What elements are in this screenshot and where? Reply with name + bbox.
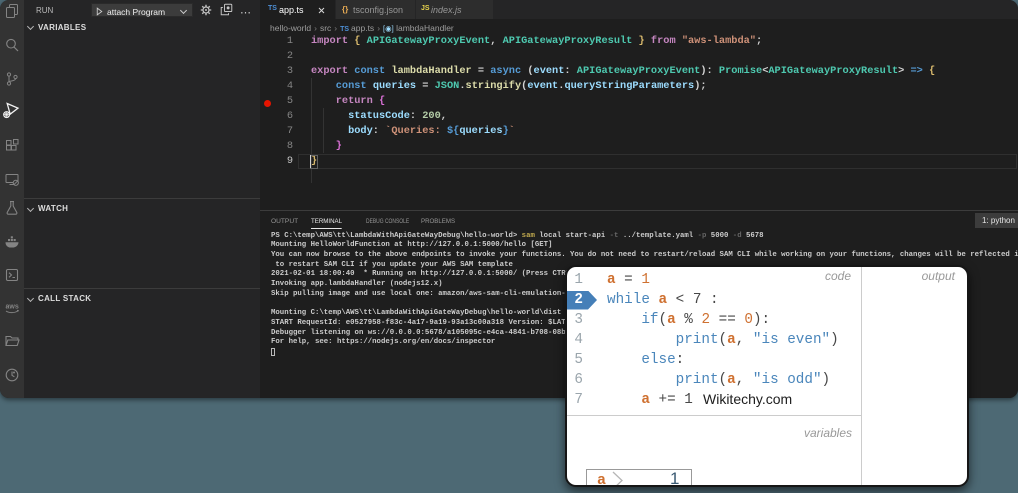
- svg-text:aws: aws: [6, 303, 19, 310]
